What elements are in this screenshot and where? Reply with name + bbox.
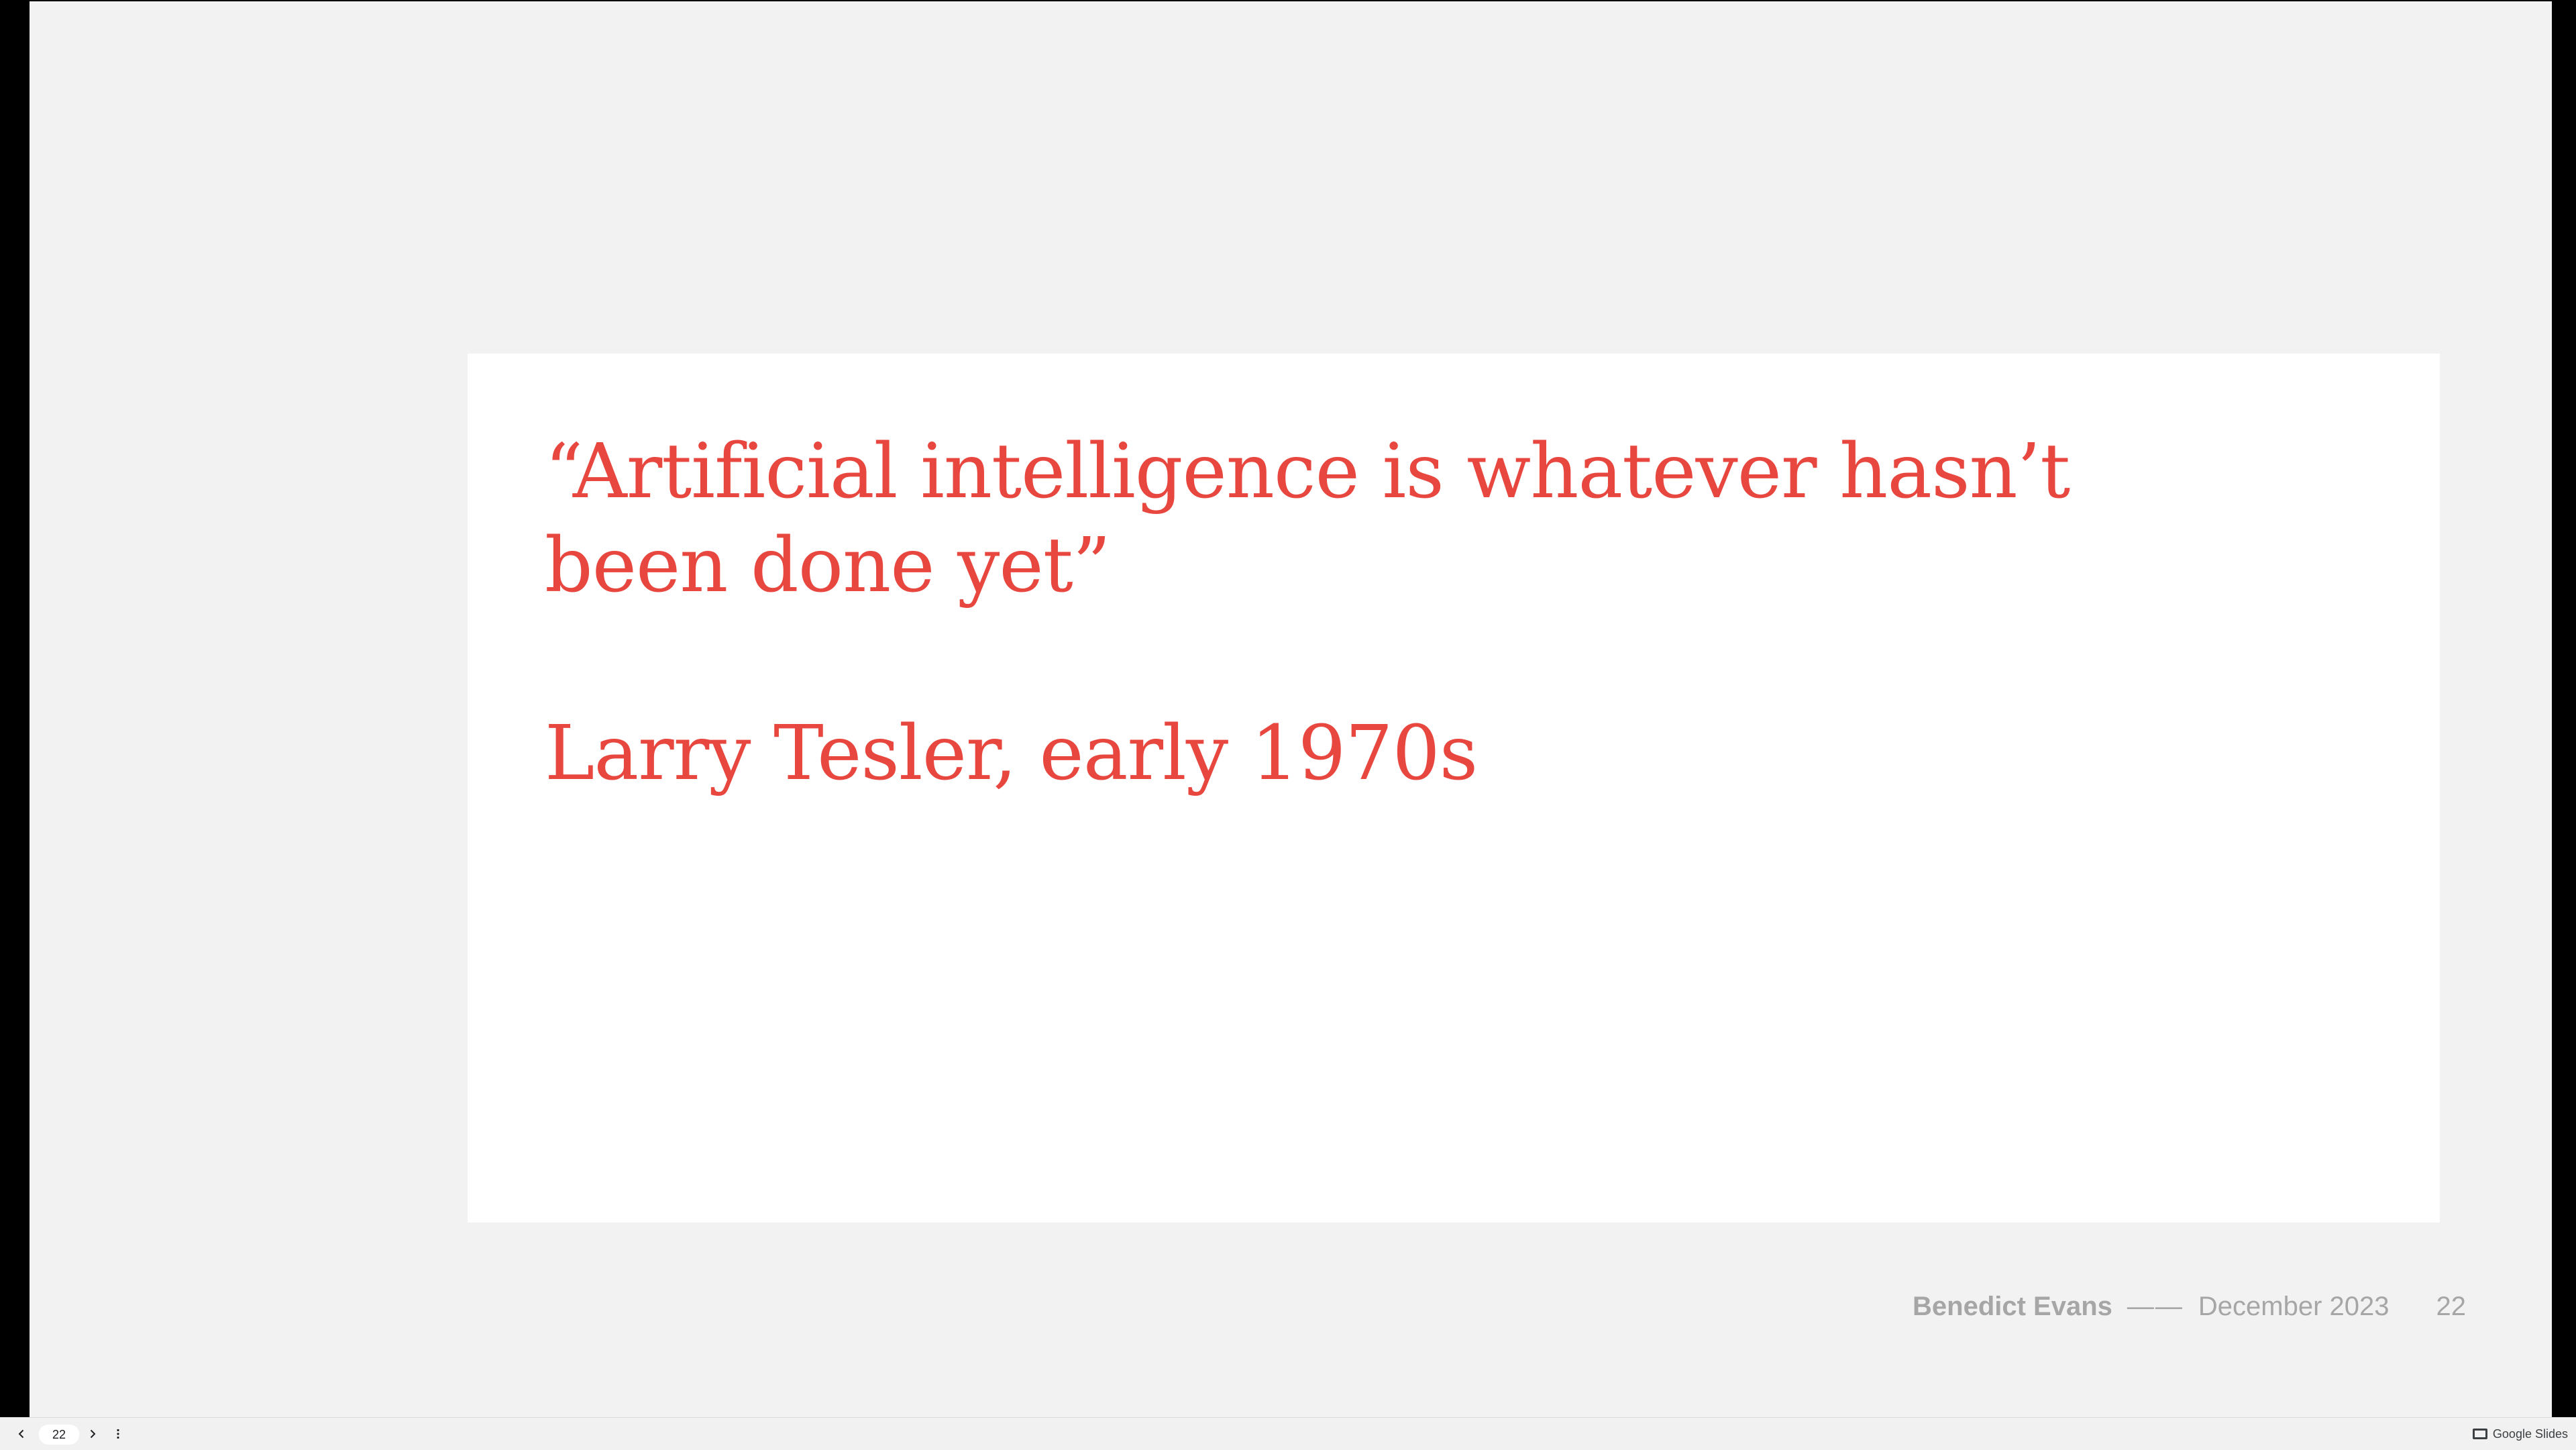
more-options-button[interactable] (107, 1423, 129, 1445)
slide-canvas: “Artificial intelligence is whatever has… (30, 1, 2552, 1417)
quote-line-2: been done yet” (545, 522, 1111, 609)
footer-separator: —— (2127, 1291, 2184, 1321)
quote-card: “Artificial intelligence is whatever has… (468, 354, 2440, 1223)
presentation-controls-bar: Google Slides (0, 1417, 2576, 1450)
quote-attribution: Larry Tesler, early 1970s (545, 710, 1478, 797)
footer-date: December 2023 (2198, 1291, 2390, 1321)
chevron-left-icon (18, 1429, 24, 1439)
presentation-stage: “Artificial intelligence is whatever has… (0, 0, 2576, 1450)
slide-number-input[interactable] (39, 1425, 79, 1445)
google-slides-link[interactable]: Google Slides (2472, 1425, 2568, 1443)
chevron-right-icon (90, 1429, 96, 1439)
previous-slide-button[interactable] (11, 1423, 32, 1445)
footer-author: Benedict Evans (1913, 1291, 2112, 1321)
slide-footer: Benedict Evans —— December 2023 22 (1913, 1286, 2466, 1327)
more-vert-icon (117, 1429, 119, 1439)
brand-label: Google Slides (2492, 1427, 2568, 1441)
next-slide-button[interactable] (82, 1423, 103, 1445)
slides-icon (2472, 1429, 2487, 1439)
footer-page-number: 22 (2436, 1291, 2467, 1321)
quote-line-1: “Artificial intelligence is whatever has… (545, 428, 2070, 515)
